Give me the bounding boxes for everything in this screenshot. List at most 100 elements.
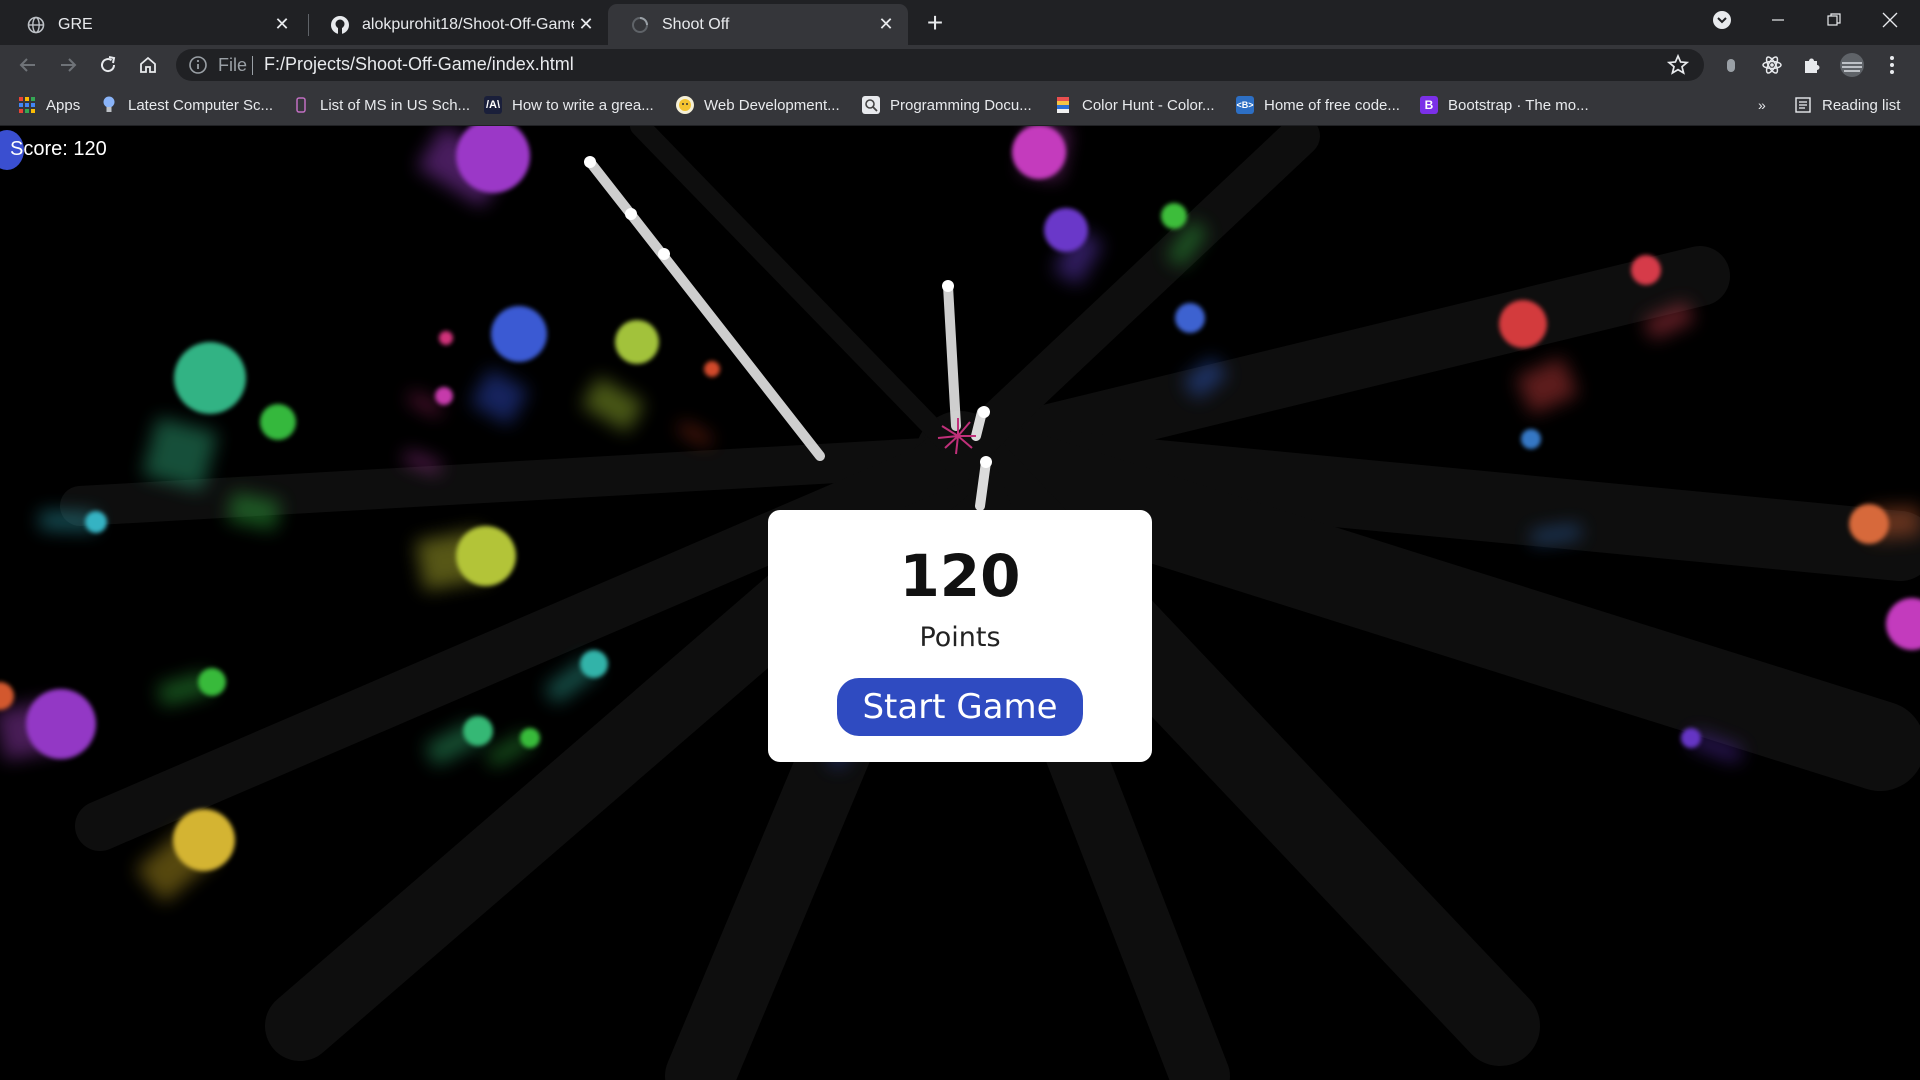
close-icon[interactable]: ✕ xyxy=(574,13,598,37)
reading-list-icon xyxy=(1794,96,1812,114)
tab-title: Shoot Off xyxy=(662,15,730,33)
game-canvas[interactable]: Score: 120 120 Points Start Game xyxy=(0,126,1920,1080)
forward-button[interactable] xyxy=(54,51,82,79)
bookmark-label: Color Hunt - Color... xyxy=(1082,96,1215,114)
bookmark-write[interactable]: /A\ How to write a grea... xyxy=(484,93,654,117)
bookmark-label: Latest Computer Sc... xyxy=(128,96,274,114)
colorhunt-icon xyxy=(1054,96,1072,114)
bookmark-color-hunt[interactable]: Color Hunt - Color... xyxy=(1054,93,1215,117)
enemy xyxy=(26,689,96,759)
tab-title: GRE xyxy=(58,15,93,33)
chevron-down-icon xyxy=(1713,11,1731,29)
bookmarks-overflow-button[interactable]: » xyxy=(1758,93,1766,117)
bookmark-webdev[interactable]: Web Development... xyxy=(676,93,840,117)
bookmark-label: Programming Docu... xyxy=(890,96,1032,114)
more-vertical-icon xyxy=(1890,56,1894,74)
close-icon[interactable]: ✕ xyxy=(874,13,898,37)
reload-button[interactable] xyxy=(94,51,122,79)
enemy xyxy=(1012,126,1066,179)
enemy xyxy=(174,342,246,414)
close-window-button[interactable] xyxy=(1862,0,1918,40)
bookmark-label: How to write a grea... xyxy=(512,96,654,114)
enemy xyxy=(1849,504,1889,544)
bullet xyxy=(980,456,992,468)
tab-github[interactable]: alokpurohit18/Shoot-Off-Game: ✕ xyxy=(308,4,608,45)
score-label: Score: 120 xyxy=(10,138,107,160)
restore-button[interactable] xyxy=(1806,0,1862,40)
game-over-modal: 120 Points Start Game xyxy=(768,510,1152,762)
tab-gre[interactable]: GRE ✕ xyxy=(4,4,304,45)
star-icon[interactable] xyxy=(1666,53,1690,77)
minimize-button[interactable] xyxy=(1750,0,1806,40)
emoji-icon xyxy=(676,96,694,114)
start-game-button[interactable]: Start Game xyxy=(837,678,1083,736)
bookmark-latest-cs[interactable]: Latest Computer Sc... xyxy=(100,93,273,117)
bookmark-label: Home of free code... xyxy=(1264,96,1400,114)
react-atom-icon xyxy=(1762,56,1782,74)
a-logo-icon: /A\ xyxy=(484,96,502,114)
address-bar[interactable]: File F:/Projects/Shoot-Off-Game/index.ht… xyxy=(176,49,1704,81)
react-devtools-button[interactable] xyxy=(1758,51,1786,79)
tab-shoot-off[interactable]: Shoot Off ✕ xyxy=(608,4,908,45)
enemy xyxy=(1161,203,1187,229)
bullet-trail xyxy=(943,281,961,431)
bookmark-ms-list[interactable]: List of MS in US Sch... xyxy=(292,93,470,117)
bullet-trail xyxy=(975,457,991,511)
enemy xyxy=(1631,255,1661,285)
reading-list-button[interactable]: Reading list xyxy=(1794,93,1900,117)
tab-strip: GRE ✕ alokpurohit18/Shoot-Off-Game: ✕ Sh… xyxy=(0,0,1920,45)
enemy xyxy=(173,809,235,871)
bookmarks-bar: Apps Latest Computer Sc... List of MS in… xyxy=(0,85,1920,126)
minimize-icon xyxy=(1772,19,1784,21)
tab-title: alokpurohit18/Shoot-Off-Game: xyxy=(362,15,574,33)
back-button[interactable] xyxy=(14,51,42,79)
points-label: Points xyxy=(919,622,1001,653)
profile-button[interactable] xyxy=(1838,51,1866,79)
enemy xyxy=(0,682,14,710)
enemy xyxy=(463,716,493,746)
browser-toolbar: File F:/Projects/Shoot-Off-Game/index.ht… xyxy=(0,45,1920,85)
final-score: 120 xyxy=(899,542,1021,610)
enemy xyxy=(1175,303,1205,333)
close-icon[interactable]: ✕ xyxy=(270,13,294,37)
bookmark-apps[interactable]: Apps xyxy=(18,93,80,117)
enemy xyxy=(439,331,453,345)
bookmark-label: Web Development... xyxy=(704,96,840,114)
enemy xyxy=(260,404,296,440)
enemy xyxy=(1499,300,1547,348)
bullet xyxy=(584,156,596,168)
puzzle-icon xyxy=(1805,58,1820,73)
bookmark-free-code[interactable]: <B> Home of free code... xyxy=(1236,93,1400,117)
enemy xyxy=(198,668,226,696)
avatar xyxy=(1840,53,1864,77)
bookmark-label: List of MS in US Sch... xyxy=(320,96,471,114)
extension-mouse-icon xyxy=(1727,59,1735,72)
bootstrap-icon: B xyxy=(1420,96,1438,114)
bookmark-programming-docs[interactable]: Programming Docu... xyxy=(862,93,1032,117)
bullet xyxy=(978,406,990,418)
bullet xyxy=(625,208,637,220)
code-icon: <B> xyxy=(1236,96,1254,114)
enemy xyxy=(580,650,608,678)
bullet xyxy=(658,248,670,260)
extensions-button[interactable] xyxy=(1798,51,1826,79)
tab-search-button[interactable] xyxy=(1694,0,1750,40)
bullet xyxy=(942,280,954,292)
bookmark-bootstrap[interactable]: B Bootstrap · The mo... xyxy=(1420,93,1589,117)
menu-button[interactable] xyxy=(1878,51,1906,79)
bulb-icon xyxy=(100,96,118,114)
enemy xyxy=(1681,728,1701,748)
home-button[interactable] xyxy=(134,51,162,79)
url-text[interactable]: F:/Projects/Shoot-Off-Game/index.html xyxy=(264,54,574,75)
enemy xyxy=(615,320,659,364)
enemy xyxy=(1521,429,1541,449)
github-icon xyxy=(330,15,350,35)
extension-button[interactable] xyxy=(1717,51,1745,79)
url-scheme: File xyxy=(218,55,248,75)
close-icon xyxy=(1882,12,1898,28)
new-tab-button[interactable]: + xyxy=(918,6,952,40)
info-icon[interactable] xyxy=(188,55,208,75)
enemy xyxy=(491,306,547,362)
arrow-right-icon xyxy=(61,58,77,72)
enemy xyxy=(704,361,720,377)
